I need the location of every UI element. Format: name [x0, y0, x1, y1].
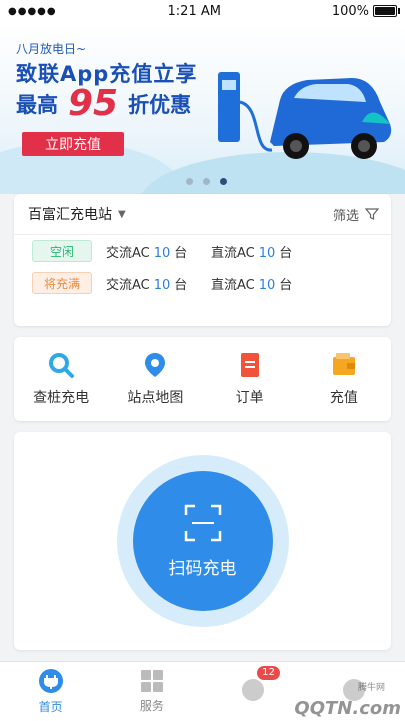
ac-label: 交流AC: [106, 245, 150, 261]
status-time: 1:21 AM: [167, 3, 221, 19]
station-status-row: 将充满 交流AC 10 台 直流AC 10 台: [14, 267, 391, 299]
scan-ring: 扫码充电: [116, 455, 289, 627]
quick-menu: 查桩充电 站点地图 订单 充值: [14, 337, 391, 421]
battery-indicator: 100%: [331, 3, 400, 19]
search-icon: [49, 353, 75, 378]
banner-subtitle: 八月放电日~: [16, 42, 87, 56]
battery-icon: [373, 5, 400, 17]
battery-percent: 100%: [331, 3, 369, 19]
menu-find-charger[interactable]: 查桩充电: [21, 351, 101, 407]
tab-label: 服务: [139, 699, 164, 713]
tab-home[interactable]: 首页: [0, 662, 101, 721]
promo-banner[interactable]: 八月放电日~ 致联App充值立享 最高 95 折优惠 立即充值: [0, 22, 405, 194]
status-bar: ●●●●● 1:21 AM 100%: [0, 0, 405, 22]
dc-label: 直流AC: [211, 277, 255, 293]
scan-charge-label: 扫码充电: [168, 558, 237, 579]
menu-station-map[interactable]: 站点地图: [115, 351, 195, 407]
status-tag-almost-full: 将充满: [32, 272, 92, 294]
station-card: 百富汇充电站 ▼ 筛选 空闲 交流AC 10 台 直流AC 10 台 将充满 交流AC 1…: [14, 194, 391, 326]
banner-offer-prefix: 最高: [16, 93, 58, 117]
menu-label: 站点地图: [127, 390, 184, 406]
watermark-small: 腾牛网: [357, 683, 385, 693]
banner-offer-suffix: 折优惠: [128, 93, 192, 117]
tab-services[interactable]: 服务: [101, 662, 202, 721]
station-name: 百富汇充电站: [28, 207, 112, 223]
message-icon: [242, 678, 265, 701]
station-selector[interactable]: 百富汇充电站 ▼: [28, 204, 126, 224]
recharge-now-button[interactable]: 立即充值: [22, 132, 124, 156]
ac-count: 10: [153, 245, 171, 261]
filter-button[interactable]: 筛选: [333, 205, 379, 224]
message-badge: 12: [257, 666, 280, 680]
bottom-tabbar: 首页 服务 12 腾牛网 QQTN.com: [0, 661, 405, 721]
ac-label: 交流AC: [106, 277, 150, 293]
ac-unit: 台: [174, 245, 188, 261]
home-plug-icon: [38, 669, 63, 693]
watermark: QQTN.com: [294, 698, 401, 719]
pager-dot[interactable]: [186, 178, 193, 185]
scan-charge-button[interactable]: 扫码充电: [132, 471, 273, 611]
dc-count: 10: [258, 245, 276, 261]
ac-unit: 台: [174, 277, 188, 293]
menu-label: 订单: [235, 390, 264, 406]
tab-messages[interactable]: 12: [203, 662, 304, 721]
order-icon: [240, 353, 259, 377]
dc-unit: 台: [279, 277, 293, 293]
signal-indicator: ●●●●●: [8, 5, 57, 17]
dc-count: 10: [258, 277, 276, 293]
filter-label: 筛选: [332, 208, 359, 224]
ev-car-illustration: [218, 72, 392, 159]
banner-offer-number: 95: [68, 83, 119, 124]
menu-recharge[interactable]: 充值: [304, 351, 384, 407]
grid-icon: [140, 670, 163, 692]
wallet-icon: [332, 353, 355, 375]
funnel-icon: [365, 208, 379, 220]
station-status-row: 空闲 交流AC 10 台 直流AC 10 台: [14, 235, 391, 267]
dc-unit: 台: [279, 245, 293, 261]
banner-offer: 最高 95 折优惠: [16, 86, 191, 122]
ac-count: 10: [153, 277, 171, 293]
menu-label: 查桩充电: [33, 390, 90, 406]
scan-card: 扫码充电: [14, 432, 391, 650]
scan-frame-icon: [184, 504, 221, 541]
banner-pager[interactable]: [186, 178, 227, 185]
map-pin-icon: [145, 353, 166, 377]
pager-dot[interactable]: [220, 178, 227, 185]
caret-down-icon: ▼: [118, 208, 126, 220]
menu-orders[interactable]: 订单: [210, 351, 290, 407]
dc-label: 直流AC: [211, 245, 255, 261]
status-tag-idle: 空闲: [32, 240, 92, 262]
tab-label: 首页: [38, 700, 63, 714]
menu-label: 充值: [329, 390, 358, 406]
pager-dot[interactable]: [203, 178, 210, 185]
